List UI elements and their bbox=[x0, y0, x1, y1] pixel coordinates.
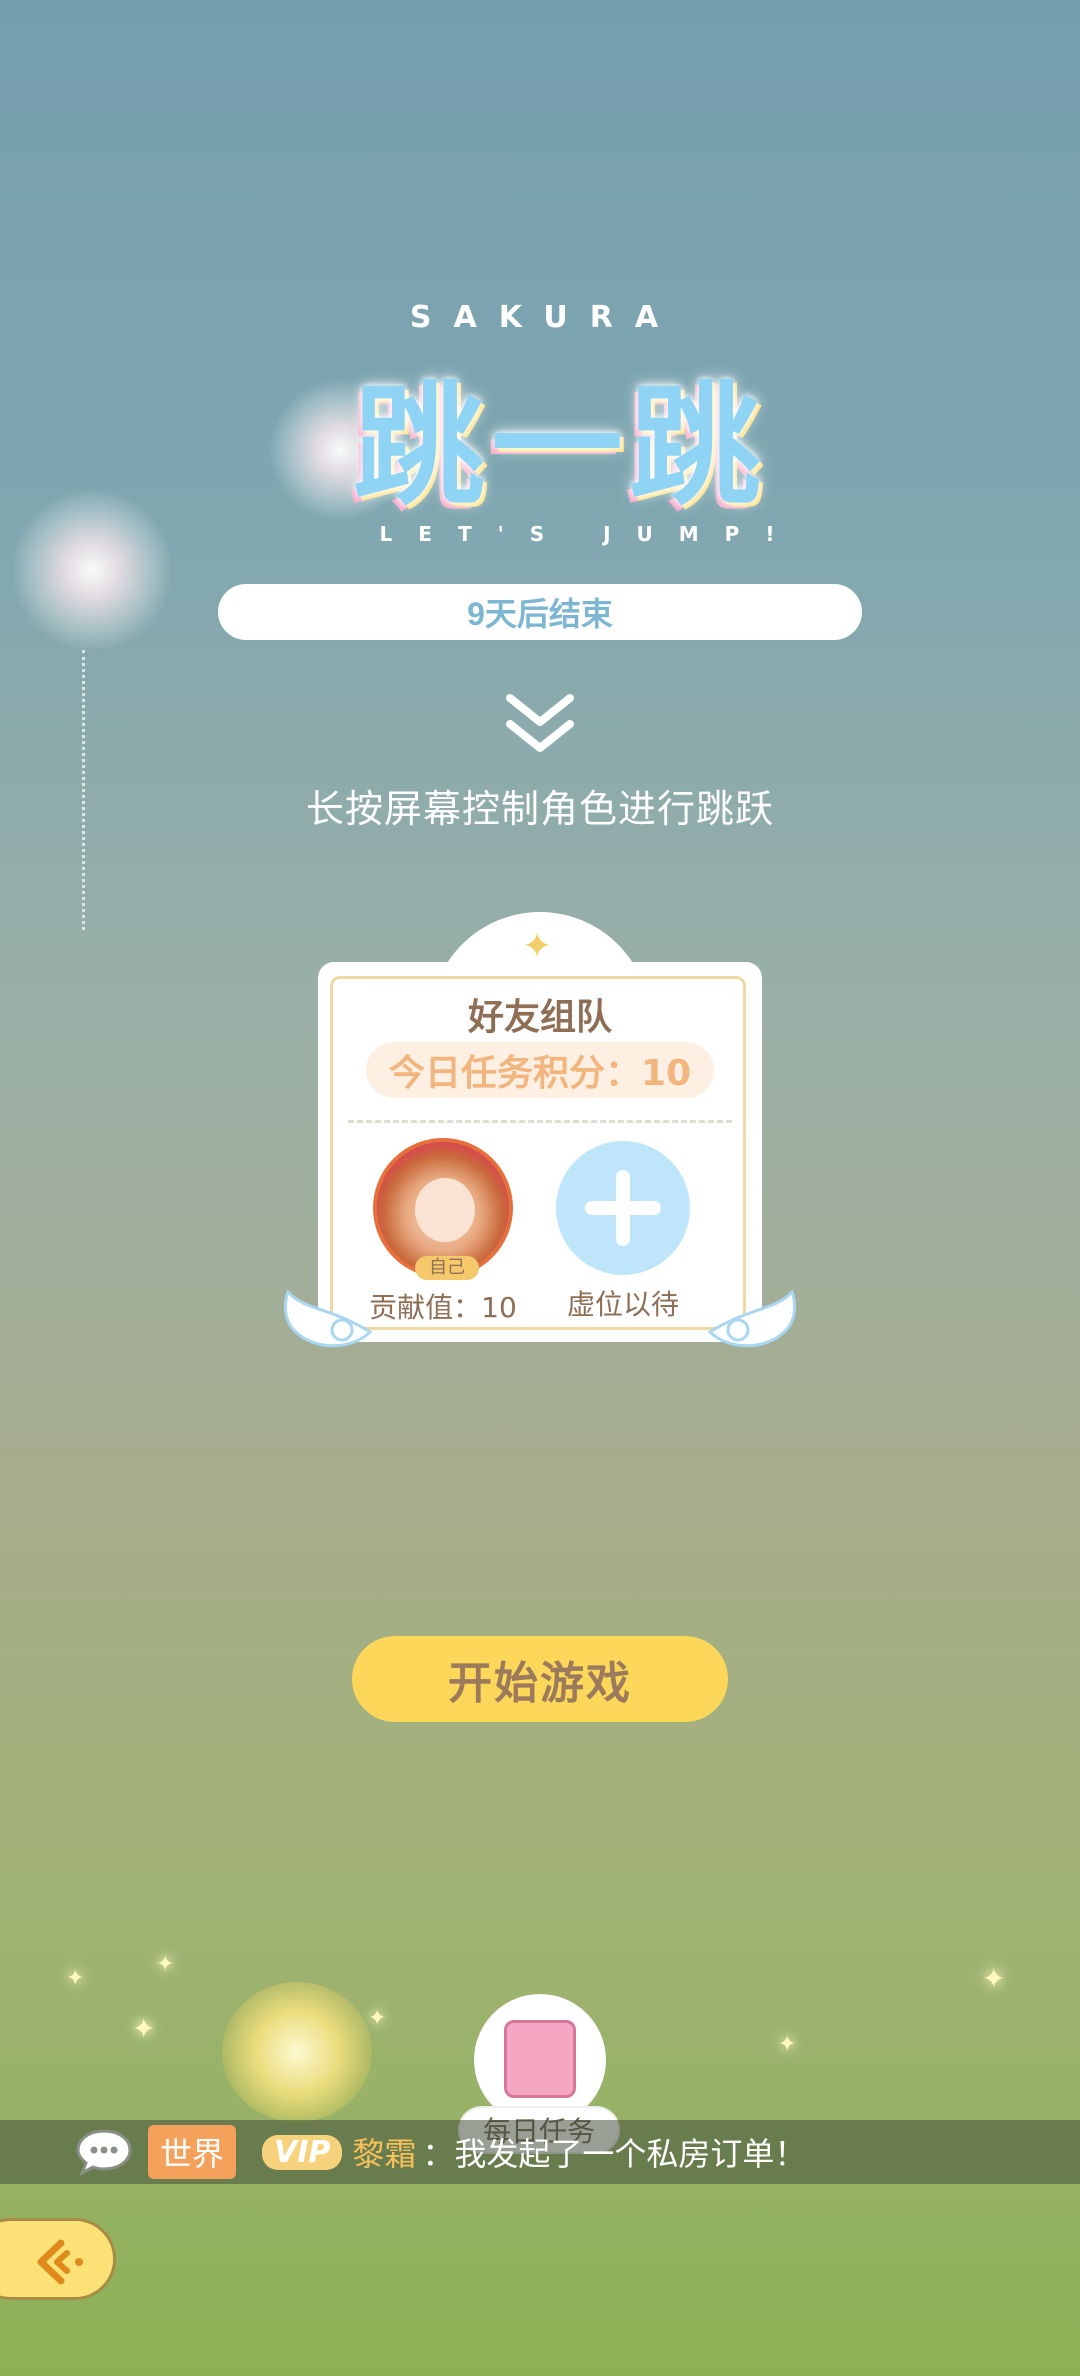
wing-right-icon bbox=[707, 1289, 797, 1348]
instruction-text: 长按屏幕控制角色进行跳跃 bbox=[305, 787, 774, 831]
task-score-text: 今日任务积分：10 bbox=[388, 1053, 692, 1094]
team-card-title: 好友组队 bbox=[467, 997, 612, 1038]
firework-left bbox=[12, 490, 172, 650]
world-chat-bar[interactable]: 世界 VIP 黎霜 ：我发起了一个私房订单！ bbox=[0, 2120, 1080, 2184]
chevron-down-icon bbox=[506, 694, 574, 752]
back-button[interactable] bbox=[0, 2218, 116, 2300]
team-card: ✦ 好友组队 今日任务积分：10 自己 贡献值：10 虚位以待 bbox=[283, 912, 797, 1348]
sparkle-icon: ✦ bbox=[156, 1952, 175, 1977]
divider bbox=[348, 1120, 732, 1123]
avatar-face bbox=[415, 1178, 475, 1242]
start-game-label: 开始游戏 bbox=[448, 1658, 632, 1709]
countdown-text: 9天后结束 bbox=[467, 596, 613, 632]
team-slot-self[interactable]: 自己 贡献值：10 bbox=[358, 1138, 528, 1326]
sparkle-icon: ✦ bbox=[778, 2032, 797, 2057]
back-arrow-icon bbox=[37, 2239, 83, 2285]
game-logo: SAKURA 跳一跳 LET'S JUMP! bbox=[260, 300, 830, 560]
book-icon bbox=[504, 2020, 576, 2098]
team-slot-empty[interactable]: 虚位以待 bbox=[538, 1138, 708, 1323]
chat-message: ：我发起了一个私房订单！ bbox=[422, 2135, 807, 2173]
sakura-glow-icon[interactable] bbox=[222, 1982, 372, 2122]
sparkle-icon: ✦ bbox=[982, 1962, 1006, 1995]
start-game-button[interactable]: 开始游戏 bbox=[352, 1636, 728, 1722]
wing-left-icon bbox=[283, 1289, 373, 1348]
logo-title: 跳一跳 bbox=[353, 370, 767, 524]
add-friend-icon[interactable] bbox=[556, 1141, 690, 1275]
game-screen: SAKURA 跳一跳 LET'S JUMP! 9天后结束 长按屏幕控制角色进行跳… bbox=[0, 0, 1080, 2376]
avatar: 自己 bbox=[373, 1138, 513, 1280]
self-tag: 自己 bbox=[415, 1256, 479, 1280]
vip-badge: VIP bbox=[262, 2134, 343, 2170]
empty-slot-label: 虚位以待 bbox=[566, 1288, 679, 1321]
channel-badge: 世界 bbox=[148, 2125, 237, 2179]
chat-username: 黎霜 bbox=[352, 2135, 417, 2173]
sparkle-icon: ✦ bbox=[66, 1966, 85, 1991]
contribution-label: 贡献值：10 bbox=[369, 1291, 517, 1324]
task-score-pill: 今日任务积分：10 bbox=[366, 1042, 714, 1098]
logo-subtitle: LET'S JUMP! bbox=[379, 522, 801, 546]
sparkle-icon: ✦ bbox=[522, 926, 553, 967]
sparkle-icon: ✦ bbox=[368, 2006, 387, 2031]
sparkle-icon: ✦ bbox=[132, 2012, 156, 2045]
countdown-pill: 9天后结束 bbox=[218, 584, 862, 640]
chat-bubble-icon bbox=[76, 2129, 132, 2177]
logo-sakura-text: SAKURA bbox=[409, 300, 681, 335]
